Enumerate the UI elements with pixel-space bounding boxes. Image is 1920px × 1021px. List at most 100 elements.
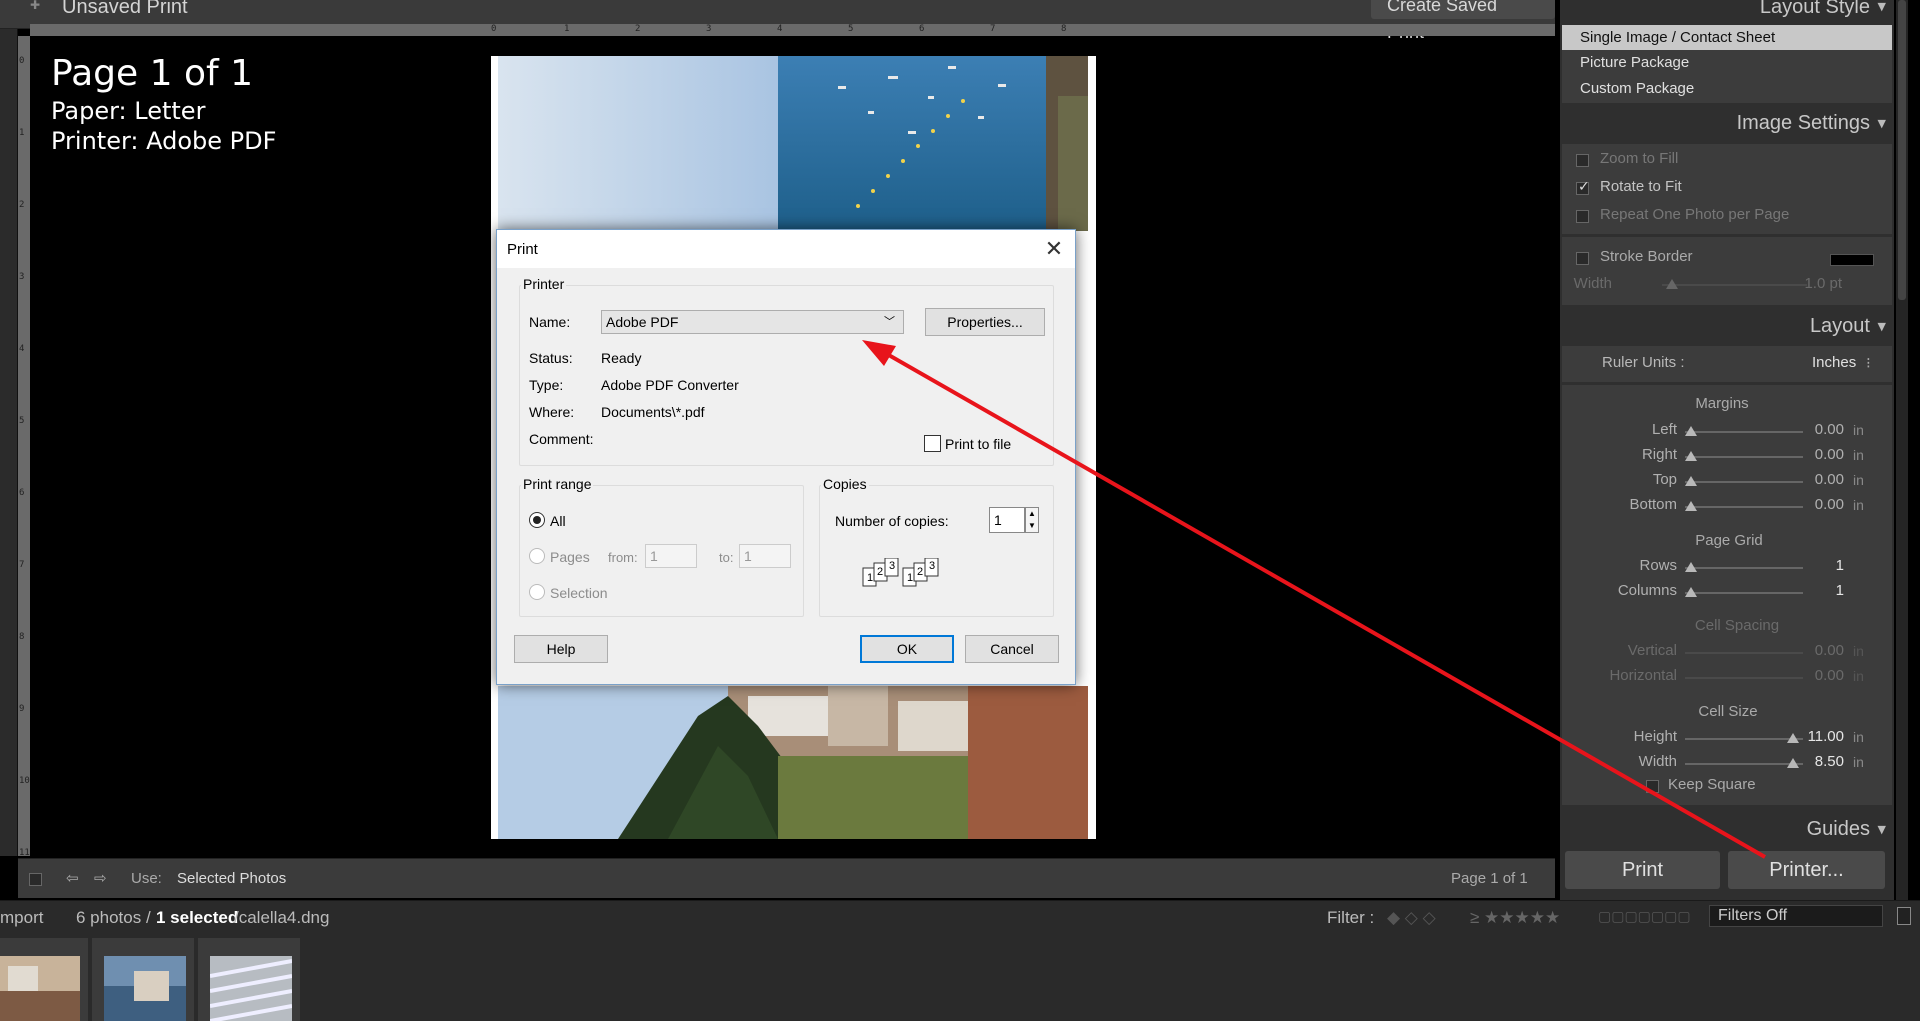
margin-left-label: Left xyxy=(1651,421,1677,438)
where-value: Documents\*.pdf xyxy=(601,404,705,420)
layout-style-picture-package[interactable]: Picture Package xyxy=(1562,50,1892,75)
print-to-file-checkbox[interactable] xyxy=(924,435,941,452)
scrollbar-thumb[interactable] xyxy=(1898,0,1906,300)
cell-height-unit: in xyxy=(1853,729,1864,745)
toolbar-toggle-checkbox[interactable] xyxy=(29,873,42,886)
ruler-tick: 10 xyxy=(19,776,30,786)
margin-bottom-value[interactable]: 0.00 xyxy=(1784,496,1844,513)
collapse-triangle-icon[interactable]: ▼ xyxy=(1878,117,1886,130)
current-file-name[interactable]: /calella4.dng xyxy=(234,908,329,928)
margin-left-slider-thumb[interactable] xyxy=(1685,426,1697,436)
ruler-tick: 0 xyxy=(19,56,25,66)
margin-bottom-label: Bottom xyxy=(1629,496,1677,513)
right-panel: Layout Style ▼ Single Image / Contact Sh… xyxy=(1560,0,1894,900)
guides-heading[interactable]: Guides xyxy=(1807,818,1870,841)
collate-b-1: 1 xyxy=(907,572,914,584)
printer-button[interactable]: Printer... xyxy=(1728,851,1885,889)
ruler-units-value[interactable]: Inches xyxy=(1812,354,1856,371)
create-saved-print-button[interactable]: Create Saved Print xyxy=(1371,0,1555,42)
collapse-triangle-icon[interactable]: ▼ xyxy=(1878,823,1886,836)
stroke-border-checkbox[interactable] xyxy=(1576,252,1589,265)
margin-right-slider-thumb[interactable] xyxy=(1685,451,1697,461)
number-of-copies-label: Number of copies: xyxy=(835,513,949,529)
filters-select[interactable]: Filters Off xyxy=(1709,905,1883,927)
filmstrip-thumbnail[interactable] xyxy=(198,938,300,1021)
where-label: Where: xyxy=(529,404,575,420)
vertical-spacing-value: 0.00 xyxy=(1814,642,1844,659)
help-button[interactable]: Help xyxy=(514,635,608,663)
next-page-arrow-icon[interactable]: ⇨ xyxy=(94,869,107,887)
previous-page-arrow-icon[interactable]: ⇦ xyxy=(66,869,79,887)
paper-label: Paper: Letter xyxy=(51,97,206,125)
print-button[interactable]: Print xyxy=(1565,851,1720,889)
type-label: Type: xyxy=(529,377,564,393)
cell-width-value[interactable]: 8.50 xyxy=(1784,753,1844,770)
updown-icon[interactable]: ⁝ xyxy=(1866,354,1871,372)
stroke-width-slider-thumb[interactable] xyxy=(1666,279,1678,289)
ruler-tick: 2 xyxy=(19,200,25,210)
layout-style-single-image[interactable]: Single Image / Contact Sheet xyxy=(1562,25,1892,50)
layout-style-custom-package[interactable]: Custom Package xyxy=(1562,76,1892,101)
ruler-tick: 8 xyxy=(1061,24,1067,34)
ruler-units-label: Ruler Units : xyxy=(1602,354,1685,371)
repeat-one-photo-label: Repeat One Photo per Page xyxy=(1600,206,1790,223)
filmstrip-thumbnail[interactable] xyxy=(92,938,194,1021)
collapse-triangle-icon[interactable]: ▼ xyxy=(1878,0,1886,13)
rows-label: Rows xyxy=(1639,557,1677,574)
stroke-width-value: 1.0 pt xyxy=(1804,275,1842,292)
horizontal-spacing-label: Horizontal xyxy=(1609,667,1677,684)
type-value: Adobe PDF Converter xyxy=(601,377,739,393)
copies-stepper[interactable]: ▲ ▼ xyxy=(1025,507,1039,533)
collapse-triangle-icon[interactable]: ▼ xyxy=(1878,320,1886,333)
cell-height-value[interactable]: 11.00 xyxy=(1784,728,1844,745)
margin-right-value[interactable]: 0.00 xyxy=(1784,446,1844,463)
columns-slider-thumb[interactable] xyxy=(1685,587,1697,597)
repeat-one-photo-checkbox[interactable] xyxy=(1576,210,1589,223)
from-input[interactable]: 1 xyxy=(645,544,697,568)
filmstrip-thumbnail[interactable] xyxy=(0,938,88,1021)
cell-size-heading: Cell Size xyxy=(1698,703,1758,720)
left-panel-edge xyxy=(0,0,18,856)
ruler-tick: 3 xyxy=(19,272,25,282)
range-all-radio[interactable] xyxy=(529,512,545,528)
rows-value[interactable]: 1 xyxy=(1784,557,1844,574)
rows-slider-thumb[interactable] xyxy=(1685,562,1697,572)
margin-top-value[interactable]: 0.00 xyxy=(1784,471,1844,488)
ruler-units-row: Ruler Units : Inches ⁝ xyxy=(1562,346,1892,382)
margin-top-slider-thumb[interactable] xyxy=(1685,476,1697,486)
zoom-to-fill-checkbox[interactable] xyxy=(1576,154,1589,167)
import-button[interactable]: mport xyxy=(0,908,43,928)
rating-filter-stars-icon[interactable]: ≥ ★★★★★ xyxy=(1470,908,1560,928)
stroke-color-swatch[interactable] xyxy=(1830,254,1874,266)
right-panel-scrollbar[interactable] xyxy=(1896,0,1908,900)
ruler-tick: 5 xyxy=(19,416,25,426)
copies-input[interactable]: 1 xyxy=(989,507,1025,533)
flag-filter-icons[interactable]: ◆ ◇ ◇ xyxy=(1387,908,1436,928)
use-photos-select[interactable]: Selected Photos xyxy=(177,870,286,887)
properties-button[interactable]: Properties... xyxy=(925,308,1045,336)
layout-style-heading[interactable]: Layout Style xyxy=(1760,0,1870,19)
layout-heading[interactable]: Layout xyxy=(1810,315,1870,338)
columns-value[interactable]: 1 xyxy=(1784,582,1844,599)
image-settings-heading[interactable]: Image Settings xyxy=(1737,112,1870,135)
margin-left-value[interactable]: 0.00 xyxy=(1784,421,1844,438)
image-settings-box: Zoom to Fill Rotate to Fit Repeat One Ph… xyxy=(1562,144,1892,234)
range-selection-radio[interactable] xyxy=(529,584,545,600)
filter-label: Filter : xyxy=(1327,908,1375,927)
ok-button[interactable]: OK xyxy=(860,635,954,663)
keep-square-checkbox[interactable] xyxy=(1646,780,1659,793)
ruler-tick: 1 xyxy=(564,24,570,34)
cancel-button[interactable]: Cancel xyxy=(965,635,1059,663)
to-input[interactable]: 1 xyxy=(739,544,791,568)
filter-lock-icon[interactable] xyxy=(1897,907,1911,925)
margin-left-unit: in xyxy=(1853,422,1864,438)
close-icon[interactable]: ✕ xyxy=(1041,236,1067,262)
dialog-title: Print xyxy=(507,241,538,258)
color-label-filter-icons[interactable]: ▢▢▢▢▢▢▢ xyxy=(1598,908,1691,925)
printer-name-select[interactable]: Adobe PDF ﹀ xyxy=(601,310,904,334)
cell-width-label: Width xyxy=(1638,753,1677,770)
layout-style-list: Single Image / Contact Sheet Picture Pac… xyxy=(1562,25,1892,103)
rotate-to-fit-checkbox[interactable] xyxy=(1576,179,1590,195)
margin-bottom-slider-thumb[interactable] xyxy=(1685,501,1697,511)
range-pages-radio[interactable] xyxy=(529,548,545,564)
